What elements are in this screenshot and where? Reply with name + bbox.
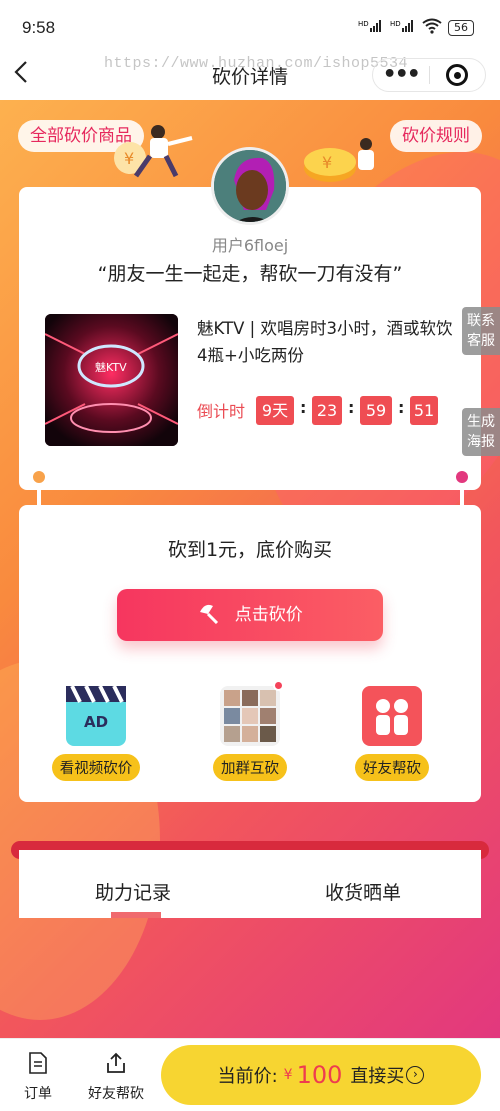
connector-dot-left-top bbox=[33, 471, 45, 483]
share-help-label: 好友帮砍 bbox=[88, 1086, 144, 1102]
generate-poster-button[interactable]: 生成海报 bbox=[462, 408, 500, 456]
svg-text:¥: ¥ bbox=[322, 153, 332, 172]
mini-program-capsule: ••• bbox=[372, 58, 486, 92]
group-photos-icon bbox=[220, 680, 284, 746]
countdown-separator: : bbox=[300, 398, 307, 417]
wifi-icon bbox=[422, 18, 442, 37]
countdown-days: 9天 bbox=[256, 396, 294, 425]
nav-bar: 砍价详情 https://www.huzhan.com/ishop5534 ••… bbox=[0, 52, 500, 100]
action-friend-help[interactable]: 好友帮砍 bbox=[337, 686, 447, 781]
rules-button[interactable]: 砍价规则 bbox=[390, 120, 482, 152]
orders-button[interactable]: 订单 bbox=[24, 1051, 52, 1103]
records-tabs: 助力记录 收货晒单 bbox=[19, 850, 481, 918]
ktv-room-image: 魅KTV bbox=[45, 314, 178, 446]
countdown-hours: 23 bbox=[312, 396, 342, 425]
more-dots-icon: ••• bbox=[382, 62, 421, 87]
bargain-share-card: 用户6floej “朋友一生一起走，帮砍一刀有没有” 魅KTV 魅KTV | 欢… bbox=[19, 147, 481, 490]
signal-icon-2: HD bbox=[390, 19, 416, 36]
buy-now-button[interactable]: 当前价: ¥ 100 直接买 › bbox=[161, 1045, 481, 1105]
battery-icon: 56 bbox=[448, 19, 474, 36]
contact-service-button[interactable]: 联系客服 bbox=[462, 307, 500, 355]
more-button[interactable]: ••• bbox=[373, 62, 429, 87]
ad-text: AD bbox=[84, 713, 108, 731]
countdown-seconds: 51 bbox=[410, 396, 438, 425]
deal-headline: 砍到1元，底价购买 bbox=[167, 539, 333, 561]
cut-price-label: 点击砍价 bbox=[234, 605, 303, 625]
slogan-text: “朋友一生一起走，帮砍一刀有没有” bbox=[97, 263, 403, 285]
product-image[interactable]: 魅KTV bbox=[45, 314, 178, 446]
ktv-logo-text: 魅KTV bbox=[95, 360, 127, 374]
main-background: 全部砍价商品 砍价规则 ¥ ¥ 用户6floej “朋友一生一起走，帮砍一刀有没… bbox=[0, 100, 500, 1038]
tab-help-records[interactable]: 助力记录 bbox=[95, 878, 171, 905]
document-icon bbox=[29, 1052, 47, 1074]
active-tab-indicator bbox=[111, 912, 161, 918]
status-time: 9:58 bbox=[22, 18, 56, 37]
status-bar: 9:58 HD HD 56 bbox=[0, 0, 500, 52]
action-label: 加群互砍 bbox=[213, 754, 287, 781]
notification-dot bbox=[273, 680, 284, 691]
close-mini-program-button[interactable] bbox=[429, 64, 485, 86]
signal-icon: HD bbox=[358, 19, 384, 36]
avatar bbox=[211, 147, 289, 225]
share-icon bbox=[107, 1052, 125, 1073]
action-join-group[interactable]: 加群互砍 bbox=[195, 680, 305, 781]
buy-now-label: 直接买 bbox=[350, 1066, 405, 1087]
bottom-action-bar: 订单 好友帮砍 当前价: ¥ 100 直接买 › bbox=[0, 1038, 500, 1111]
avatar-portrait-icon bbox=[214, 150, 286, 222]
product-title: 魅KTV | 欢唱房时3小时，酒或软饮4瓶+小吃两份 bbox=[197, 319, 453, 365]
axe-icon bbox=[200, 604, 219, 625]
current-price-prefix: 当前价: bbox=[217, 1066, 278, 1087]
countdown-separator: : bbox=[398, 398, 405, 417]
svg-text:HD: HD bbox=[358, 20, 369, 28]
action-label: 好友帮砍 bbox=[355, 754, 429, 781]
bargain-action-card: 砍到1元，底价购买 点击砍价 AD 看视频砍价 加群互砍 好友帮砍 bbox=[19, 505, 481, 802]
cartoon-man-illustration: ¥ bbox=[114, 125, 193, 178]
orders-label: 订单 bbox=[24, 1086, 52, 1102]
countdown-label: 倒计时 bbox=[197, 402, 246, 421]
action-watch-video[interactable]: AD 看视频砍价 bbox=[41, 685, 151, 781]
action-label: 看视频砍价 bbox=[51, 754, 141, 781]
svg-text:HD: HD bbox=[390, 20, 401, 28]
current-price: 100 bbox=[296, 1061, 343, 1089]
tab-delivery-showcase[interactable]: 收货晒单 bbox=[325, 878, 401, 905]
status-icons: HD HD 56 bbox=[358, 18, 474, 37]
connector-dot-right-top bbox=[456, 471, 468, 483]
video-ad-icon: AD bbox=[66, 685, 126, 746]
svg-text:¥: ¥ bbox=[124, 149, 134, 168]
share-help-button[interactable]: 好友帮砍 bbox=[88, 1051, 144, 1103]
friends-help-icon bbox=[362, 686, 422, 746]
watermark: https://www.huzhan.com/ishop5534 bbox=[104, 55, 409, 72]
coin-illustration: ¥ bbox=[304, 138, 374, 182]
countdown-minutes: 59 bbox=[360, 396, 392, 425]
chevron-right-icon: › bbox=[406, 1066, 425, 1084]
currency-symbol: ¥ bbox=[283, 1067, 293, 1083]
cut-price-button[interactable]: 点击砍价 bbox=[117, 589, 383, 641]
countdown-separator: : bbox=[348, 398, 355, 417]
target-close-icon bbox=[446, 64, 469, 86]
username: 用户6floej bbox=[211, 236, 289, 255]
